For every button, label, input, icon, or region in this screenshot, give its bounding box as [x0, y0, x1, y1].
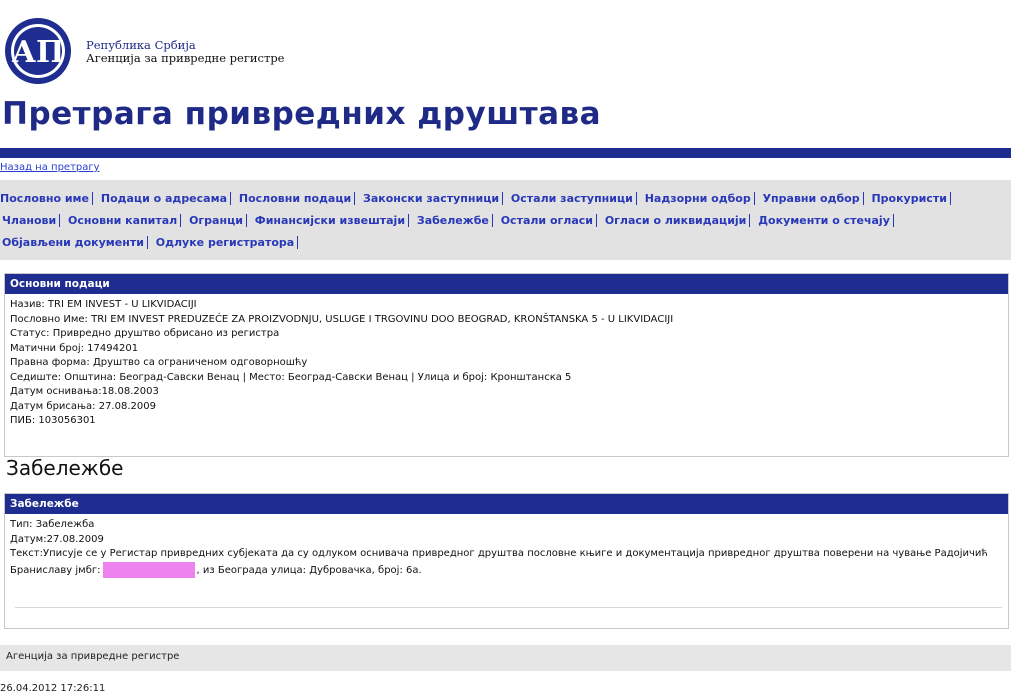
basic-info-line: Седиште: Општина: Београд-Савски Венац |…: [10, 371, 572, 383]
nav-link[interactable]: Остали заступници: [508, 192, 637, 205]
basic-info-panel: Основни подаци Назив: TRI EM INVEST - U …: [4, 273, 1009, 457]
page-title: Претрага привредних друштава: [2, 96, 602, 132]
footer-bar: Агенција за привредне регистре: [0, 645, 1011, 671]
note-date: Датум:27.08.2009: [10, 533, 104, 545]
basic-info-line: Назив: TRI EM INVEST - U LIKVIDACIJI: [10, 299, 197, 310]
note-text-part2: , из Београда улица: Дубровачка, број: 6…: [196, 564, 422, 576]
redacted-id-block: [102, 561, 195, 578]
svg-text:АП: АП: [12, 35, 65, 70]
nav-link[interactable]: Забележбе: [414, 214, 493, 227]
note-text: Текст:Уписује се у Регистар привредних с…: [10, 547, 1003, 578]
org-agency: Агенција за привредне регистре: [86, 51, 285, 65]
back-to-search-link[interactable]: Назад на претрагу: [0, 162, 100, 173]
basic-info-line: ПИБ: 103056301: [10, 415, 96, 426]
footer-agency: Агенција за привредне регистре: [6, 651, 180, 662]
nav-link[interactable]: Пословни подаци: [236, 192, 356, 205]
note-type: Тип: Забележба: [10, 519, 95, 530]
section-nav-links: Пословно име Подаци о адресама Пословни …: [0, 188, 1000, 254]
footer-timestamp: 26.04.2012 17:26:11: [0, 683, 106, 694]
notes-body: Тип: Забележба Датум:27.08.2009 Текст:Уп…: [5, 514, 1008, 582]
nav-link[interactable]: Надзорни одбор: [642, 192, 755, 205]
nav-link[interactable]: Објављени документи: [0, 236, 148, 249]
notes-panel: Забележбе Тип: Забележба Датум:27.08.200…: [4, 493, 1009, 629]
section-nav: Пословно име Подаци о адресама Пословни …: [0, 180, 1011, 260]
basic-info-line: Датум брисања: 27.08.2009: [10, 400, 156, 412]
nav-link[interactable]: Прокуристи: [869, 192, 951, 205]
org-name: Република Србија Агенција за привредне р…: [86, 39, 285, 65]
nav-link[interactable]: Остали огласи: [498, 214, 597, 227]
title-divider: [0, 148, 1011, 158]
basic-info-line: Матични број: 17494201: [10, 342, 139, 354]
basic-info-heading: Основни подаци: [5, 274, 1008, 294]
apr-logo-icon: АП: [5, 18, 71, 84]
nav-link[interactable]: Огласи о ликвидацији: [602, 214, 751, 227]
basic-info-line: Датум оснивања:18.08.2003: [10, 386, 159, 397]
nav-link[interactable]: Финансијски извештаји: [252, 214, 410, 227]
nav-link[interactable]: Документи о стечају: [756, 214, 894, 227]
basic-info-body: Назив: TRI EM INVEST - U LIKVIDACIJI Посл…: [5, 294, 1008, 433]
basic-info-line: Статус: Привредно друштво обрисано из ре…: [10, 328, 280, 339]
site-header: АП Република Србија Агенција за привредн…: [0, 0, 1011, 95]
nav-link[interactable]: Подаци о адресама: [98, 192, 232, 205]
nav-link[interactable]: Управни одбор: [760, 192, 864, 205]
nav-link[interactable]: Огранци: [187, 214, 247, 227]
nav-link[interactable]: Чланови: [0, 214, 61, 227]
basic-info-line: Правна форма: Друштво са ограниченом одг…: [10, 357, 308, 368]
notes-divider: [15, 607, 1002, 608]
basic-info-line: Пословно Име: TRI EM INVEST PREDUZEĆE ZA…: [10, 313, 674, 325]
notes-section-title: Забележбе: [6, 456, 124, 480]
nav-link[interactable]: Основни капитал: [66, 214, 182, 227]
notes-heading: Забележбе: [5, 494, 1008, 514]
nav-link[interactable]: Законски заступници: [361, 192, 504, 205]
nav-link[interactable]: Пословно име: [0, 192, 94, 205]
nav-link[interactable]: Одлуке регистратора: [153, 236, 299, 249]
